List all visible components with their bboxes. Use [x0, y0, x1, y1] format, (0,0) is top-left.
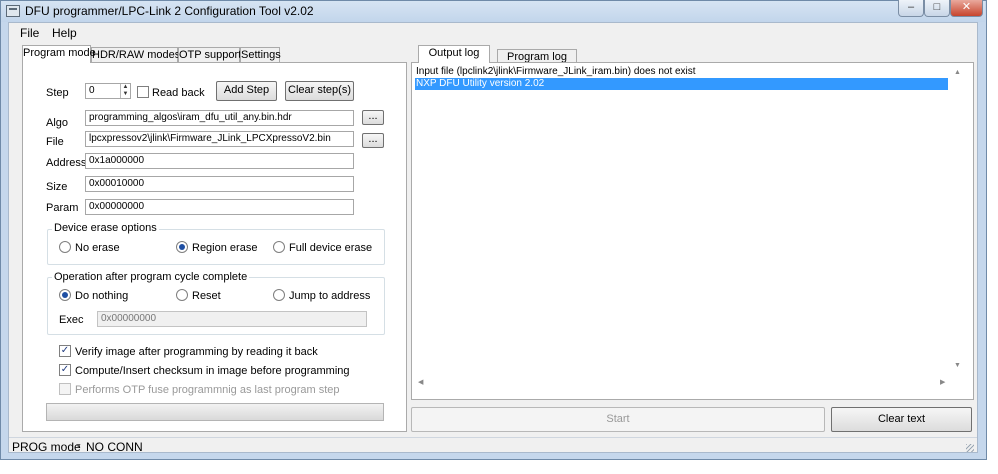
scroll-up-icon[interactable]: ▲ — [954, 69, 961, 76]
verify-checkbox[interactable]: ✓ — [59, 345, 71, 357]
region-erase-radio[interactable] — [176, 241, 188, 253]
erase-options-title: Device erase options — [52, 222, 159, 234]
param-label: Param — [46, 202, 79, 214]
status-mode: PROG mode — [12, 440, 81, 454]
checksum-checkbox[interactable]: ✓ — [59, 364, 71, 376]
exec-field[interactable]: 0x00000000 — [97, 311, 367, 327]
dropdown-icon[interactable]: ▼ — [75, 443, 82, 450]
window-title: DFU programmer/LPC-Link 2 Configuration … — [25, 4, 314, 18]
verify-label: Verify image after programming by readin… — [75, 346, 318, 358]
clear-text-button[interactable]: Clear text — [831, 407, 972, 432]
tab-output-log[interactable]: Output log — [418, 45, 490, 63]
spinner-arrows-icon[interactable]: ▲ ▼ — [120, 84, 130, 98]
no-erase-label: No erase — [75, 242, 120, 254]
tab-settings[interactable]: Settings — [240, 47, 281, 63]
log-line[interactable]: Input file (lpclink2\jlink\Firmware_JLin… — [415, 66, 948, 78]
address-field[interactable]: 0x1a000000 — [85, 153, 354, 169]
do-nothing-radio[interactable] — [59, 289, 71, 301]
status-bar — [9, 437, 977, 453]
algo-browse-button[interactable]: ... — [362, 110, 384, 125]
no-erase-radio[interactable] — [59, 241, 71, 253]
close-button[interactable]: ✕ — [950, 0, 983, 17]
algo-field[interactable]: programming_algos\iram_dfu_util_any.bin.… — [85, 110, 354, 126]
file-browse-button[interactable]: ... — [362, 133, 384, 148]
resize-grip-icon[interactable] — [966, 444, 974, 452]
output-log-list[interactable] — [414, 66, 964, 388]
step-spinner[interactable]: 0 ▲ ▼ — [85, 83, 131, 99]
reset-radio[interactable] — [176, 289, 188, 301]
full-device-erase-radio[interactable] — [273, 241, 285, 253]
tab-hdr-raw-modes[interactable]: HDR/RAW modes — [91, 47, 180, 63]
checksum-label: Compute/Insert checksum in image before … — [75, 365, 350, 377]
size-label: Size — [46, 181, 68, 193]
minimize-button[interactable]: – — [898, 0, 924, 17]
exec-label: Exec — [59, 314, 84, 326]
after-program-title: Operation after program cycle complete — [52, 271, 250, 283]
file-field[interactable]: lpcxpressov2\jlink\Firmware_JLink_LPCXpr… — [85, 131, 354, 147]
status-connection: NO CONN — [86, 440, 143, 454]
scroll-down-icon[interactable]: ▼ — [954, 362, 961, 369]
reset-label: Reset — [192, 290, 221, 302]
algo-label: Algo — [46, 117, 69, 129]
tab-program-mode[interactable]: Program mode — [22, 45, 96, 63]
otp-fuse-label: Performs OTP fuse programmnig as last pr… — [75, 384, 340, 396]
step-value: 0 — [89, 85, 95, 96]
scroll-left-icon[interactable]: ◀ — [418, 378, 423, 386]
do-nothing-label: Do nothing — [75, 290, 129, 302]
add-step-button[interactable]: Add Step — [216, 81, 277, 101]
jump-to-address-radio[interactable] — [273, 289, 285, 301]
menu-file[interactable]: File — [20, 26, 39, 40]
app-icon — [6, 5, 20, 17]
maximize-button[interactable]: □ — [924, 0, 950, 17]
file-label: File — [46, 136, 64, 148]
tab-otp-support[interactable]: OTP support — [178, 47, 241, 63]
full-device-erase-label: Full device erase — [289, 242, 373, 254]
param-field[interactable]: 0x00000000 — [85, 199, 354, 215]
readback-checkbox[interactable] — [137, 86, 149, 98]
log-line-selected[interactable]: NXP DFU Utility version 2.02 — [415, 78, 948, 90]
address-label: Address — [46, 157, 87, 169]
readback-label: Read back — [152, 87, 205, 99]
start-button[interactable]: Start — [411, 407, 825, 432]
scroll-right-icon[interactable]: ▶ — [940, 378, 945, 386]
jump-to-address-label: Jump to address — [289, 290, 371, 302]
size-field[interactable]: 0x00010000 — [85, 176, 354, 192]
otp-fuse-checkbox[interactable] — [59, 383, 71, 395]
progress-bar — [46, 403, 384, 421]
menu-help[interactable]: Help — [52, 26, 77, 40]
region-erase-label: Region erase — [192, 242, 258, 254]
step-label: Step — [46, 87, 69, 99]
clear-steps-button[interactable]: Clear step(s) — [285, 81, 354, 101]
